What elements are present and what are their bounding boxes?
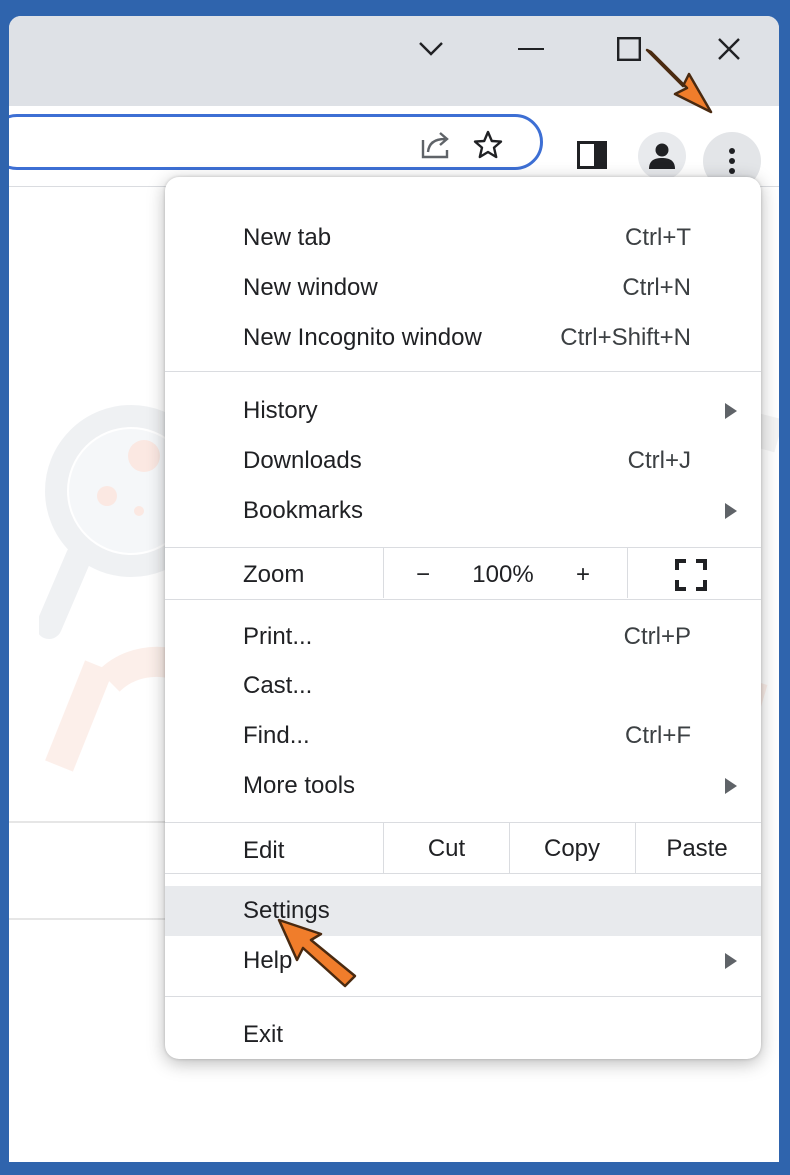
menu-item-label: Settings xyxy=(243,897,330,924)
menu-item-new-incognito-window[interactable]: New Incognito window Ctrl+Shift+N xyxy=(165,313,761,363)
menu-item-label: Find... xyxy=(243,722,310,749)
menu-separator xyxy=(165,873,761,874)
shortcut-label: Ctrl+P xyxy=(623,623,691,650)
chrome-menu: New tab Ctrl+T New window Ctrl+N New Inc… xyxy=(165,177,761,1059)
submenu-arrow-icon xyxy=(725,953,737,969)
divider xyxy=(9,918,169,920)
menu-item-history[interactable]: History xyxy=(165,386,761,436)
menu-item-print[interactable]: Print... Ctrl+P xyxy=(165,612,761,662)
browser-window: New tab Ctrl+T New window Ctrl+N New Inc… xyxy=(9,16,779,1162)
menu-separator xyxy=(165,547,761,548)
copy-button[interactable]: Copy xyxy=(510,824,634,874)
menu-separator xyxy=(165,996,761,997)
menu-item-exit[interactable]: Exit xyxy=(165,1010,761,1060)
paste-button[interactable]: Paste xyxy=(636,824,758,874)
submenu-arrow-icon xyxy=(725,503,737,519)
close-icon[interactable] xyxy=(709,33,749,65)
menu-item-new-tab[interactable]: New tab Ctrl+T xyxy=(165,213,761,263)
menu-item-new-window[interactable]: New window Ctrl+N xyxy=(165,263,761,313)
menu-item-label: Edit xyxy=(243,837,285,864)
maximize-icon[interactable] xyxy=(609,33,649,65)
minimize-icon[interactable] xyxy=(511,33,551,65)
address-bar[interactable] xyxy=(9,114,543,170)
menu-item-find[interactable]: Find... Ctrl+F xyxy=(165,711,761,761)
menu-item-settings[interactable]: Settings xyxy=(165,886,761,936)
menu-item-label: Bookmarks xyxy=(243,497,364,524)
zoom-in-button[interactable]: + xyxy=(553,550,613,600)
submenu-arrow-icon xyxy=(725,778,737,794)
zoom-out-button[interactable]: − xyxy=(393,550,453,600)
menu-item-label: New tab xyxy=(243,224,332,251)
shortcut-label: Ctrl+F xyxy=(625,722,691,749)
title-bar xyxy=(9,16,779,106)
submenu-arrow-icon xyxy=(725,403,737,419)
shortcut-label: Ctrl+J xyxy=(627,447,691,474)
menu-item-label: Help xyxy=(243,947,293,974)
menu-item-label: History xyxy=(243,397,318,424)
chevron-down-icon[interactable] xyxy=(411,33,451,65)
menu-item-label: Print... xyxy=(243,623,313,650)
shortcut-label: Ctrl+Shift+N xyxy=(560,324,691,351)
menu-separator xyxy=(165,599,761,600)
profile-icon[interactable] xyxy=(638,132,686,180)
browser-toolbar xyxy=(9,106,779,190)
star-icon[interactable] xyxy=(470,128,506,162)
shortcut-label: Ctrl+T xyxy=(625,224,691,251)
menu-item-label: Exit xyxy=(243,1021,284,1048)
menu-separator xyxy=(165,822,761,823)
menu-item-label: New Incognito window xyxy=(243,324,482,351)
menu-separator xyxy=(165,371,761,372)
zoom-level: 100% xyxy=(472,561,534,588)
menu-item-more-tools[interactable]: More tools xyxy=(165,761,761,811)
divider xyxy=(9,821,169,823)
zoom-divider xyxy=(383,548,384,598)
menu-item-label: Downloads xyxy=(243,447,362,474)
menu-item-label: Zoom xyxy=(243,561,305,588)
menu-item-label: New window xyxy=(243,274,378,301)
share-icon[interactable] xyxy=(419,128,455,162)
menu-item-label: More tools xyxy=(243,772,356,799)
menu-item-downloads[interactable]: Downloads Ctrl+J xyxy=(165,436,761,486)
zoom-divider xyxy=(627,548,628,598)
side-panel-icon[interactable] xyxy=(575,138,609,172)
menu-item-cast[interactable]: Cast... xyxy=(165,661,761,711)
menu-item-bookmarks[interactable]: Bookmarks xyxy=(165,486,761,536)
menu-item-label: Cast... xyxy=(243,672,313,699)
cut-button[interactable]: Cut xyxy=(384,824,509,874)
shortcut-label: Ctrl+N xyxy=(622,274,691,301)
fullscreen-icon[interactable] xyxy=(675,559,707,596)
menu-item-help[interactable]: Help xyxy=(165,936,761,986)
